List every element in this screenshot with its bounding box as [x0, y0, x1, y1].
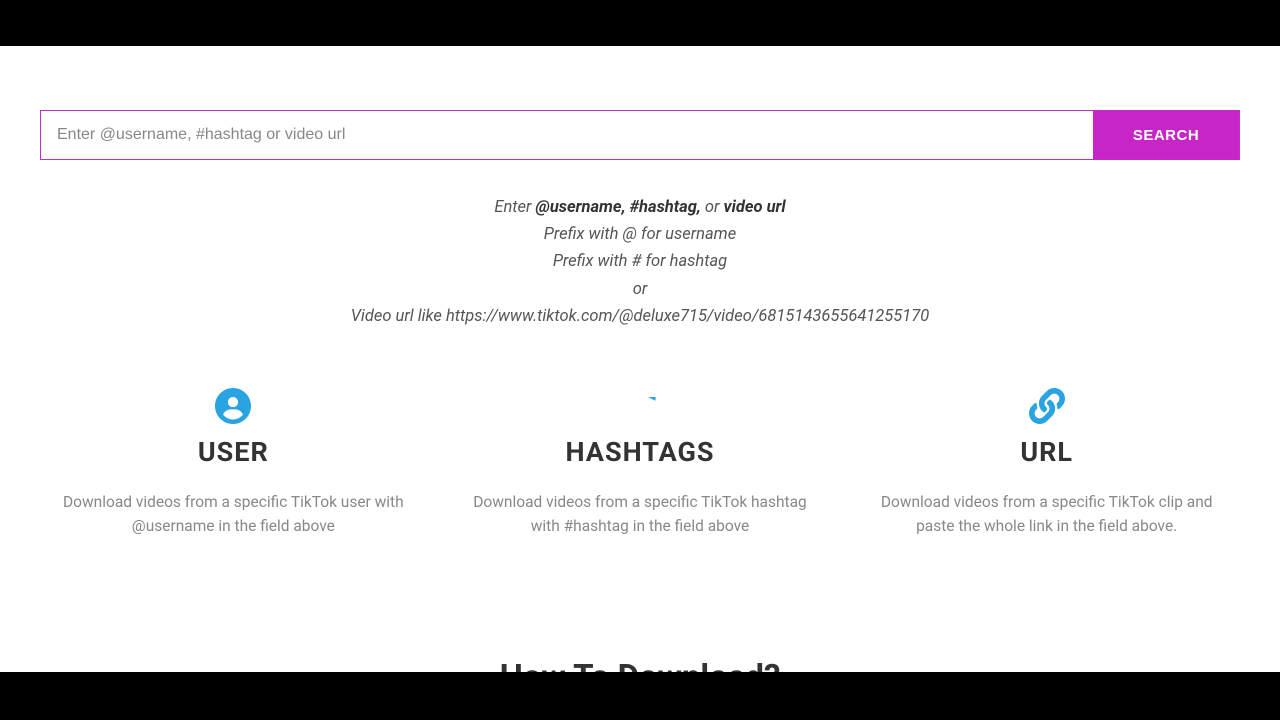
letterbox-top [0, 0, 1280, 46]
instruction-line-2: Prefix with @ for username [40, 221, 1240, 248]
instruction-text: Enter [494, 198, 535, 217]
hashtag-icon [457, 386, 824, 426]
instruction-text: or [701, 198, 724, 217]
instruction-bold: video url [723, 198, 785, 217]
feature-hashtags: HASHTAGS Download videos from a specific… [447, 386, 834, 538]
features-row: USER Download videos from a specific Tik… [40, 386, 1240, 538]
search-bar: SEARCH [40, 110, 1240, 160]
search-button[interactable]: SEARCH [1093, 111, 1239, 159]
instruction-bold: @username, #hashtag, [535, 198, 700, 217]
feature-desc: Download videos from a specific TikTok u… [50, 490, 417, 538]
instruction-line-1: Enter @username, #hashtag, or video url [40, 194, 1240, 221]
feature-user: USER Download videos from a specific Tik… [40, 386, 427, 538]
feature-title: URL [863, 436, 1230, 468]
feature-title: USER [50, 436, 417, 468]
letterbox-bottom [0, 672, 1280, 720]
feature-desc: Download videos from a specific TikTok h… [457, 490, 824, 538]
instructions-block: Enter @username, #hashtag, or video url … [40, 194, 1240, 330]
feature-title: HASHTAGS [457, 436, 824, 468]
feature-desc: Download videos from a specific TikTok c… [863, 490, 1230, 538]
feature-url: URL Download videos from a specific TikT… [853, 386, 1240, 538]
search-input[interactable] [41, 111, 1093, 159]
instruction-line-5: Video url like https://www.tiktok.com/@d… [40, 303, 1240, 330]
instruction-line-3: Prefix with # for hashtag [40, 248, 1240, 275]
user-icon [50, 386, 417, 426]
instruction-line-4: or [40, 276, 1240, 303]
main-content: SEARCH Enter @username, #hashtag, or vid… [0, 110, 1280, 697]
link-icon [863, 386, 1230, 426]
